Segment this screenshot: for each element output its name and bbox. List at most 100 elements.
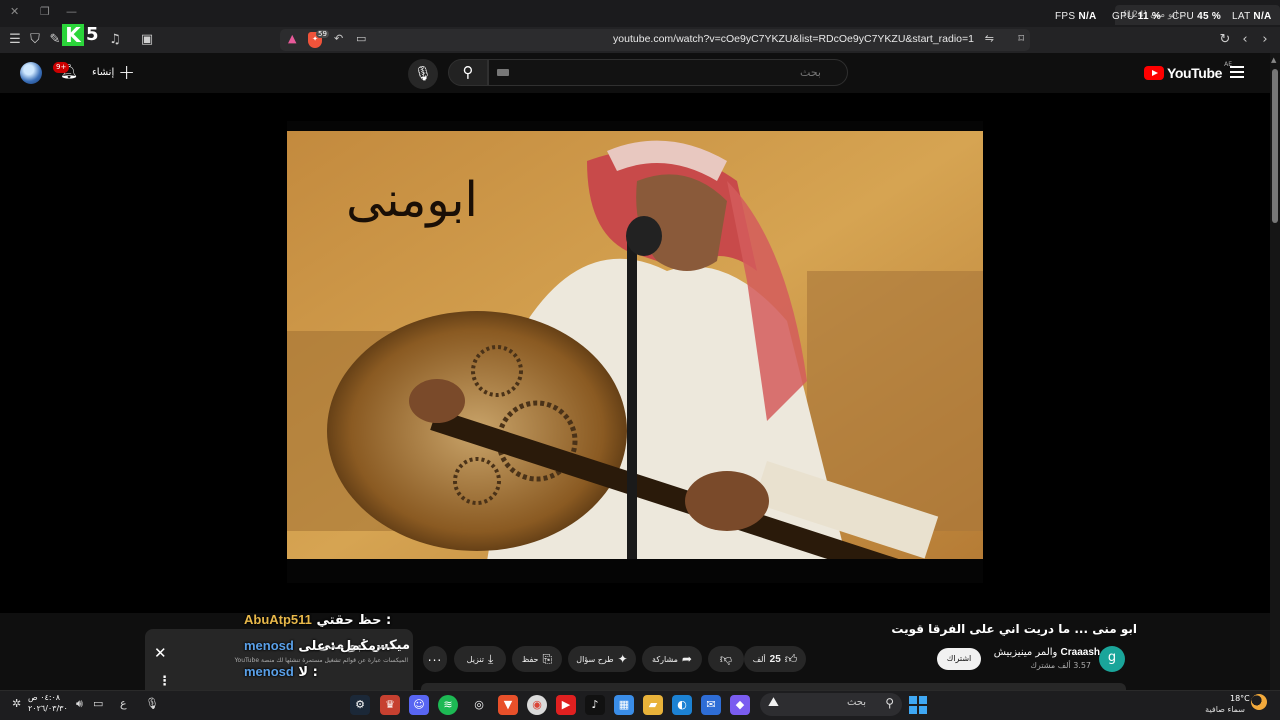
create-label: إنشاء [92,66,115,78]
restore-window-icon[interactable]: ❐ [40,5,50,18]
cpu-readout: CPU 45 % [1172,11,1222,22]
search-input[interactable] [489,60,847,85]
menu-icon[interactable]: ☰ [6,31,24,49]
youtube-wordmark: YouTube [1166,65,1222,81]
bookmark-save-icon: ⎘ [542,651,553,666]
tiktok-icon[interactable]: ♪ [585,695,605,715]
clock-time[interactable]: ٠٤:٠٨ ص [28,693,60,702]
chat-line: menosd لا : [244,664,318,680]
channel-name[interactable]: Craaash والمر مينيزبيش [994,647,1100,658]
weather-moon-icon[interactable] [1251,694,1267,710]
scroll-up-icon[interactable]: ▲ [1271,56,1276,64]
copilot-icon[interactable]: ◆ [730,695,750,715]
obs-icon[interactable]: ◎ [469,695,489,715]
youtube-app-icon[interactable]: ▶ [556,695,576,715]
volume-icon[interactable]: 🔊︎ [76,697,83,711]
jester-app-icon[interactable]: ♛ [380,695,400,715]
share-arrow-icon: ➦ [681,652,692,666]
chrome-icon[interactable]: ◉ [527,695,547,715]
kick-logo-icon: K [62,24,84,46]
mic-icon[interactable]: 🎙︎ [408,59,438,89]
mic-tray-icon[interactable]: 🎙︎ [145,697,159,710]
save-button[interactable]: حفظ ⎘ [512,646,562,672]
mail-icon[interactable]: ✉ [701,695,721,715]
share-icon[interactable]: ↶ [334,32,343,45]
chat-line: menosd مكمل : على... [244,638,391,654]
search-input-box[interactable] [488,59,848,86]
description-box[interactable] [421,683,1126,690]
notifications-badge: 9+ [53,62,70,73]
search-button[interactable]: ⚲ [448,59,488,86]
address-bar[interactable]: ▲ ✦ 59 ↶ ▭ youtube.com/watch?v=cOe9yC7YK… [280,29,1030,51]
edge-icon[interactable]: ◐ [672,695,692,715]
gpu-readout: GPU 11 % [1112,11,1162,22]
brave-icon[interactable]: ▼ [498,695,518,715]
lat-readout: LAT N/A [1232,11,1272,22]
windows-taskbar [0,690,1280,720]
bookmark-icon[interactable]: ⌑ [1018,32,1024,45]
music-icon[interactable]: ♫ [106,31,124,49]
windows-start-icon[interactable] [909,696,927,714]
download-icon: ⤓ [488,651,494,666]
subscriber-count: 3.57 ألف مشترك [1030,661,1091,670]
download-label: تنزيل [466,654,485,664]
close-icon[interactable]: ✕ [154,644,167,662]
fps-readout: FPS N/A [1055,11,1097,22]
reload-icon[interactable]: ↻ [1216,31,1234,49]
subscribe-button[interactable]: اشتراك [937,648,981,670]
chat-username: menosd [244,638,294,653]
forward-icon[interactable]: › [1256,31,1274,49]
video-overlay-text: ابومنى [346,172,478,228]
discord-icon[interactable]: ☺ [409,695,429,715]
weather-description[interactable]: سماء صافية [1205,705,1245,714]
video-still: ابومنى [287,121,983,583]
youtube-header: 🔔︎ 9+ إنشاء + 🎙︎ ⚲ YouTube AE [0,53,1270,93]
ask-button[interactable]: طرح سؤال ✦ [568,646,636,672]
steam-icon[interactable]: ⚙ [350,695,370,715]
url-text[interactable]: youtube.com/watch?v=cOe9yC7YKZU&list=RDc… [613,33,974,45]
search-highlight-icon: ⛰ [768,695,779,710]
store-icon[interactable]: ▦ [614,695,634,715]
chat-message: حظ حقتي : [316,613,392,628]
sparkle-icon: ✦ [617,652,628,666]
clock-date[interactable]: ٢٠٢٦/٠٣/٣٠ [28,704,68,713]
guide-menu-icon[interactable] [1230,66,1244,78]
scroll-thumb[interactable] [1272,69,1278,223]
download-button[interactable]: تنزيل ⤓ [454,646,506,672]
minimize-window-icon[interactable]: — [66,5,77,18]
battery-icon[interactable]: ▭ [93,697,103,710]
share-button[interactable]: مشاركة ➦ [642,646,702,672]
video-title: ابو منى ... ما دريت اني على الفرقا قويت [891,622,1137,636]
likes-unit: ألف [752,654,766,664]
mix-subtitle: الميكسات عبارة عن قوائم تشغيل مستمرة تنش… [234,657,408,664]
page-scrollbar[interactable]: ▲ [1270,53,1280,690]
keyboard-icon[interactable] [497,69,509,76]
spotify-icon[interactable]: ≋ [438,695,458,715]
avatar[interactable] [20,62,42,84]
weather-temperature[interactable]: 18°C [1230,694,1250,703]
close-window-icon[interactable]: ✕ [10,5,19,18]
input-language[interactable]: ع [120,697,127,710]
sidebar-icon[interactable]: ▣ [138,31,156,49]
back-icon[interactable]: ‹ [1236,31,1254,49]
channel-name-latin: Craaash [1060,647,1100,658]
taskbar-search[interactable]: ⛰ بحث ⚲ [760,693,902,716]
file-explorer-icon[interactable]: ▰ [643,695,663,715]
shield-outline-icon[interactable]: ⛉ [26,31,44,49]
chat-line: AbuAtp511 حظ حقتي : [244,612,391,628]
video-frame[interactable]: ابومنى [287,121,983,583]
more-vert-icon[interactable]: ⋮ [158,674,171,689]
chat-message: مكمل : على... [298,639,391,654]
aria-icon[interactable]: ▲ [288,32,296,45]
create-button[interactable]: إنشاء + [92,60,135,84]
more-actions-button[interactable]: ... [423,646,447,672]
taskbar-search-label: بحث [846,697,866,708]
screenshot-icon[interactable]: ▭ [356,32,366,45]
notifications-tray-icon[interactable]: ✲ [12,697,21,710]
chat-username: AbuAtp511 [244,612,312,627]
link-icon[interactable]: ⇋ [985,32,994,45]
dislike-button[interactable]: 👎︎ [708,646,744,672]
like-button[interactable]: ألف 25 👍︎ [744,646,806,672]
youtube-logo[interactable]: YouTube AE [1143,61,1232,81]
channel-avatar[interactable]: g [1099,646,1125,672]
